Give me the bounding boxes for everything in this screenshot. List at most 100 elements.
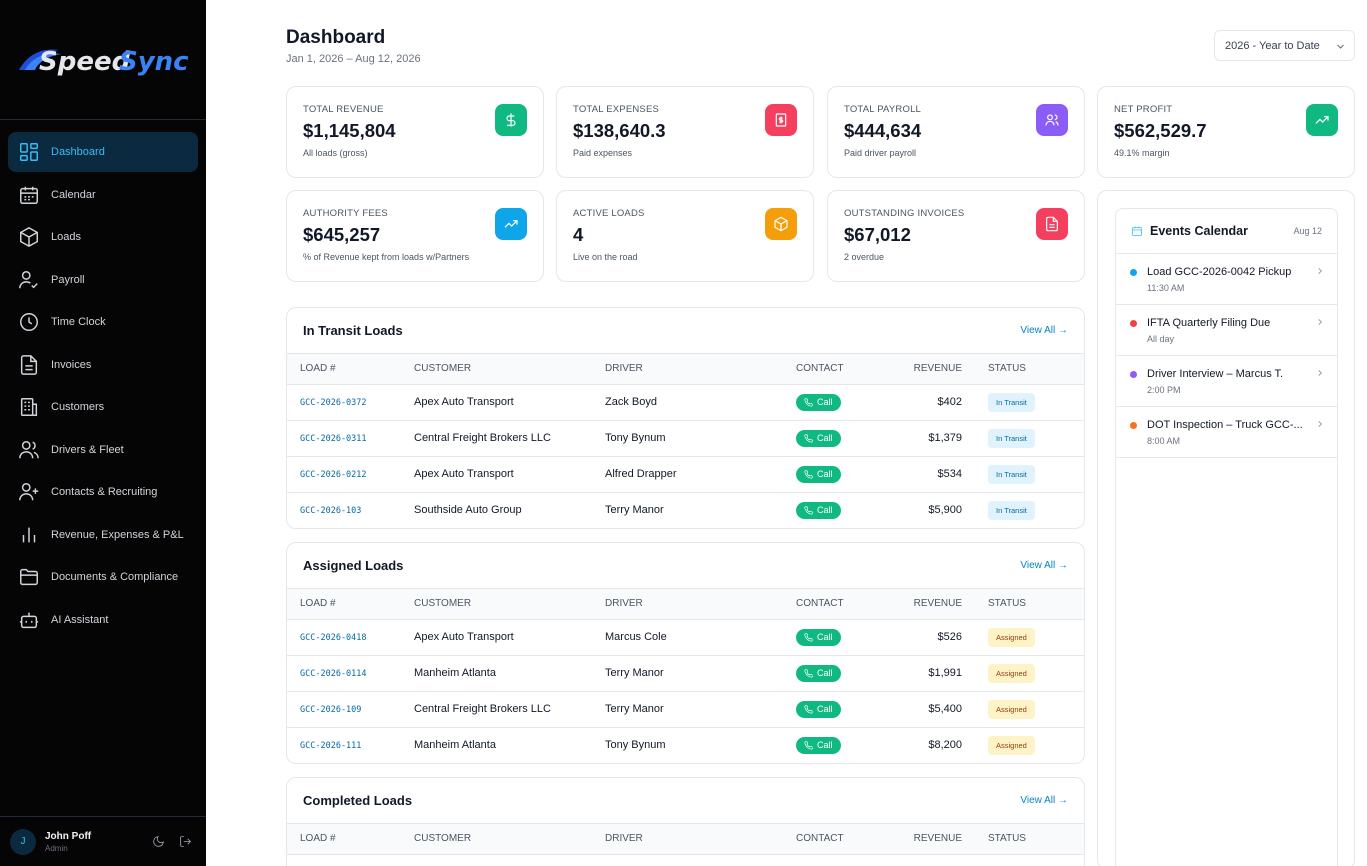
table-row[interactable]: GCC-2026-0114 Manheim Atlanta Terry Mano… [287,655,1084,692]
main-content: Dashboard Jan 1, 2026 – Aug 12, 2026 202… [206,0,1367,866]
date-range-select[interactable]: 2026 - Year to Date [1214,30,1355,61]
svg-text:Speed: Speed [39,47,131,77]
column-header: LOAD # [287,824,414,855]
event-title: Driver Interview – Marcus T. [1147,368,1284,380]
column-header: CONTACT [796,589,892,620]
sidebar-nav: Dashboard Calendar Loads Payroll Time Cl… [0,120,206,640]
stat-label: NET PROFIT [1114,104,1173,115]
sidebar-item-time-clock[interactable]: Time Clock [8,302,198,342]
stat-value: $1,145,804 [303,120,396,141]
load-id-link[interactable]: GCC-2026-103 [300,506,361,516]
user-name: John Poff [45,830,92,842]
chevron-right-icon [1318,267,1323,275]
in-transit-table: LOAD # CUSTOMER DRIVER CONTACT REVENUE S… [287,354,1084,528]
table-row[interactable]: GCC-2026-109 Central Freight Brokers LLC… [287,691,1084,728]
load-id-link[interactable]: GCC-2026-0372 [300,398,367,408]
call-button[interactable]: Call [796,700,841,718]
call-label: Call [817,740,833,751]
stat-value: $562,529.7 [1114,120,1207,141]
column-header: STATUS [962,354,1084,385]
load-id-link[interactable]: GCC-2026-0418 [300,633,367,643]
stat-card-total-revenue[interactable]: TOTAL REVENUE $1,145,804 All loads (gros… [286,86,544,178]
sidebar-item-loads[interactable]: Loads [8,217,198,257]
event-item[interactable]: Load GCC-2026-0042 Pickup 11:30 AM [1116,254,1337,305]
stat-sub: Paid driver payroll [844,148,917,158]
svg-text:Sync: Sync [119,47,189,77]
sidebar-item-label: Calendar [51,188,96,201]
table-row[interactable]: GCC-2026-111 Manheim Atlanta Tony Bynum … [287,727,1084,763]
sidebar-item-contacts-recruiting[interactable]: Contacts & Recruiting [8,472,198,512]
event-item[interactable]: Driver Interview – Marcus T. 2:00 PM [1116,356,1337,407]
call-button[interactable]: Call [796,465,841,483]
call-button[interactable]: Call [796,501,841,519]
stat-sub: % of Revenue kept from loads w/Partners [303,252,470,262]
view-all-link[interactable]: View All → [1020,560,1068,571]
phone-icon [804,741,813,750]
revenue-cell: $1,991 [892,655,962,692]
sidebar-item-ai-assistant[interactable]: AI Assistant [8,600,198,640]
revenue-cell: $8,200 [928,739,962,752]
calendar-icon [1132,226,1142,236]
avatar[interactable]: J [10,828,36,855]
stat-card-active-loads[interactable]: ACTIVE LOADS 4 Live on the road [556,190,814,282]
stat-value: $444,634 [844,120,922,141]
load-id-link[interactable]: GCC-2026-0114 [300,669,367,679]
moon-icon[interactable] [152,835,165,848]
table-row[interactable]: GCC-2026-0311 Central Freight Brokers LL… [287,420,1084,457]
stat-card-net-profit[interactable]: NET PROFIT $562,529.7 49.1% margin [1097,86,1355,178]
column-header: CUSTOMER [414,824,605,855]
column-header: DRIVER [605,589,796,620]
event-time: 2:00 PM [1147,385,1181,395]
bot-icon [18,609,40,631]
event-item[interactable]: DOT Inspection – Truck GCC-... 8:00 AM [1116,407,1337,458]
phone-icon [804,506,813,515]
sidebar-item-documents-compliance[interactable]: Documents & Compliance [8,557,198,597]
driver-cell: Zack Boyd [605,384,796,421]
call-button[interactable]: Call [796,628,841,646]
table-row[interactable]: GCC-2026-0372 Apex Auto Transport Zack B… [287,384,1084,421]
sidebar-item-invoices[interactable]: Invoices [8,345,198,385]
sidebar-item-dashboard[interactable]: Dashboard [8,132,198,172]
app-logo[interactable]: Speed Sync [0,0,206,120]
column-header: LOAD # [287,589,414,620]
sidebar-item-calendar[interactable]: Calendar [8,175,198,215]
stat-card-total-payroll[interactable]: TOTAL PAYROLL $444,634 Paid driver payro… [827,86,1085,178]
table-row[interactable]: GCC-2026-0418 Apex Auto Transport Marcus… [287,619,1084,656]
table-row[interactable]: GCC-2026-0212 Apex Auto Transport Alfred… [287,456,1084,493]
stat-card-outstanding-invoices[interactable]: OUTSTANDING INVOICES $67,012 2 overdue [827,190,1085,282]
sidebar-item-revenue-expenses-pl[interactable]: Revenue, Expenses & P&L [8,515,198,555]
table-row[interactable]: GCC-2026-103 Southside Auto Group Terry … [287,492,1084,528]
call-button[interactable]: Call [796,429,841,447]
call-button[interactable]: Call [796,736,841,754]
column-header: CONTACT [796,354,892,385]
revenue-cell: $526 [892,619,962,656]
event-dot [1130,371,1137,378]
stat-card-total-expenses[interactable]: TOTAL EXPENSES $138,640.3 Paid expenses [556,86,814,178]
logout-icon[interactable] [179,835,192,848]
sidebar-item-payroll[interactable]: Payroll [8,260,198,300]
call-button[interactable]: Call [796,664,841,682]
driver-cell: Alfred Drapper [605,456,796,493]
file-icon [1036,208,1068,240]
customer-cell: Central Freight Brokers LLC [414,691,605,728]
view-all-link[interactable]: View All → [1020,795,1068,806]
customer-cell: Apex Auto Transport [414,456,605,493]
sidebar-item-drivers-fleet[interactable]: Drivers & Fleet [8,430,198,470]
stat-sub: Paid expenses [573,148,633,158]
sidebar-item-customers[interactable]: Customers [8,387,198,427]
load-id-link[interactable]: GCC-2026-0311 [300,434,367,444]
view-all-link[interactable]: View All → [1020,325,1068,336]
load-id-link[interactable]: GCC-2026-109 [300,705,361,715]
load-id-link[interactable]: GCC-2026-0212 [300,470,367,480]
user-plus-icon [18,481,40,503]
call-button[interactable]: Call [796,393,841,411]
stat-card-authority-fees[interactable]: AUTHORITY FEES $645,257 % of Revenue kep… [286,190,544,282]
driver-cell: Marcus Cole [605,619,796,656]
revenue-cell: $5,900 [928,504,962,517]
sidebar-item-label: Payroll [51,273,85,286]
phone-icon [804,469,813,479]
customer-cell: Manheim Atlanta [414,739,496,752]
event-item[interactable]: IFTA Quarterly Filing Due All day [1116,305,1337,356]
stat-value: 4 [573,224,584,245]
load-id-link[interactable]: GCC-2026-111 [300,741,361,751]
